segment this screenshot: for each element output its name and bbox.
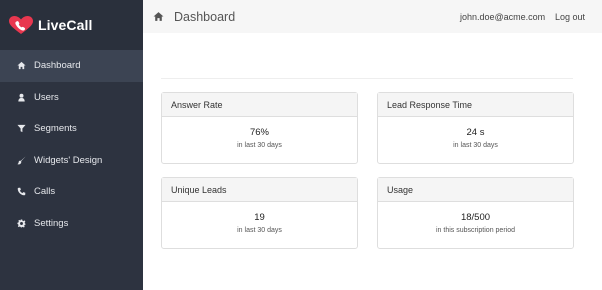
sidebar-item-users[interactable]: Users (0, 82, 143, 114)
sidebar-item-label: Users (34, 91, 59, 103)
content-divider (161, 78, 573, 79)
page-title: Dashboard (174, 9, 236, 24)
sidebar-nav: Dashboard Users Segments Widgets' Design… (0, 50, 143, 239)
card-value: 76% (249, 127, 269, 138)
sidebar-item-segments[interactable]: Segments (0, 113, 143, 145)
card-subtitle: in this subscription period (436, 227, 515, 234)
sidebar-item-label: Dashboard (34, 60, 81, 72)
answer-rate-card: Answer Rate 76% in last 30 days (161, 92, 358, 164)
logout-link[interactable]: Log out (555, 12, 585, 22)
gear-icon (16, 218, 26, 228)
user-email[interactable]: john.doe@acme.com (460, 12, 545, 22)
top-bar: Dashboard john.doe@acme.com Log out (143, 0, 602, 33)
sidebar-item-dashboard[interactable]: Dashboard (0, 50, 143, 82)
lead-response-time-card: Lead Response Time 24 s in last 30 days (377, 92, 574, 164)
home-icon (16, 61, 26, 71)
home-icon[interactable] (153, 11, 165, 23)
card-title: Unique Leads (162, 178, 357, 202)
sidebar-item-widgets-design[interactable]: Widgets' Design (0, 145, 143, 177)
sidebar-item-label: Widgets' Design (34, 154, 103, 166)
usage-card: Usage 18/500 in this subscription period (377, 177, 574, 249)
card-subtitle: in last 30 days (237, 142, 282, 149)
filter-icon (16, 124, 26, 134)
card-subtitle: in last 30 days (453, 142, 498, 149)
card-title: Answer Rate (162, 93, 357, 117)
sidebar-item-calls[interactable]: Calls (0, 176, 143, 208)
sidebar: LiveCall Dashboard Users Segments Widget… (0, 0, 143, 290)
sidebar-item-settings[interactable]: Settings (0, 208, 143, 240)
brand[interactable]: LiveCall (0, 0, 143, 50)
card-title: Usage (378, 178, 573, 202)
sidebar-item-label: Settings (34, 217, 69, 229)
brush-icon (16, 155, 26, 165)
card-title: Lead Response Time (378, 93, 573, 117)
user-icon (16, 92, 26, 102)
card-subtitle: in last 30 days (237, 227, 282, 234)
sidebar-item-label: Segments (34, 123, 77, 135)
card-value: 24 s (466, 127, 485, 138)
card-value: 18/500 (460, 212, 491, 223)
unique-leads-card: Unique Leads 19 in last 30 days (161, 177, 358, 249)
card-value: 19 (254, 212, 265, 223)
phone-icon (16, 187, 26, 197)
sidebar-item-label: Calls (34, 186, 56, 198)
logo-icon (9, 16, 33, 34)
brand-name: LiveCall (38, 17, 93, 33)
